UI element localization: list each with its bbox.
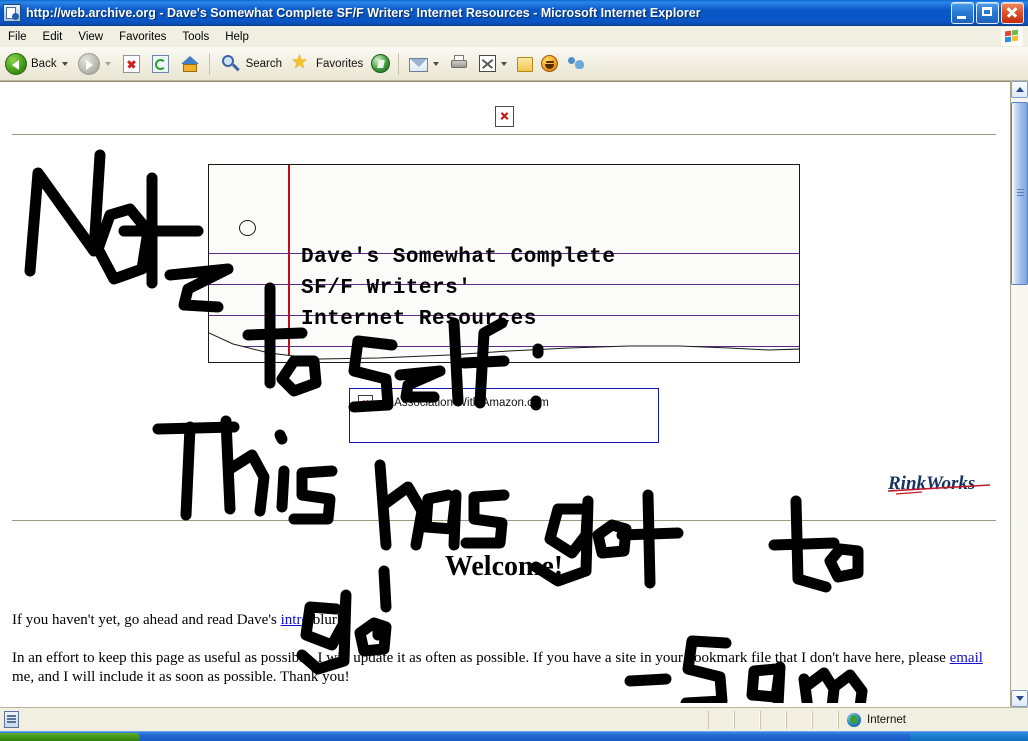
notepad-paper: Dave's Somewhat Complete SF/F Writers' I…: [208, 164, 800, 363]
back-label: Back: [31, 57, 57, 70]
menu-help[interactable]: Help: [217, 29, 257, 45]
refresh-icon: [151, 54, 169, 73]
status-pane: [734, 710, 760, 729]
forward-dropdown-icon[interactable]: [104, 61, 111, 66]
smiley-icon: [541, 55, 559, 72]
horizontal-rule-top: [12, 134, 996, 135]
menu-file[interactable]: File: [0, 29, 35, 45]
scrollbar-thumb[interactable]: [1011, 102, 1028, 285]
menu-edit[interactable]: Edit: [35, 29, 71, 45]
globe-icon: [847, 712, 861, 727]
toolbar: Back Search Favorites: [0, 47, 1028, 81]
forward-arrow-icon: [77, 52, 100, 75]
broken-image-icon: [358, 395, 373, 410]
stop-button[interactable]: [118, 49, 145, 79]
amazon-associate-label: In Association With Amazon.com: [382, 396, 549, 409]
menu-view[interactable]: View: [70, 29, 111, 45]
edit-page-icon: [479, 55, 497, 72]
forward-button[interactable]: [75, 49, 116, 79]
broken-image-icon: [494, 105, 514, 127]
rinkworks-logo[interactable]: RinkWorks: [886, 469, 998, 497]
edit-button[interactable]: [476, 49, 512, 79]
mail-dropdown-icon[interactable]: [433, 61, 440, 66]
system-tray[interactable]: [910, 733, 1028, 741]
status-pane: [786, 710, 812, 729]
hole-punch-icon: [239, 220, 256, 236]
status-pane: [812, 710, 838, 729]
window-controls: [951, 1, 1024, 24]
intro-paragraph: If you haven't yet, go ahead and read Da…: [12, 611, 996, 630]
notepad-header-graphic: Dave's Somewhat Complete SF/F Writers' I…: [208, 164, 800, 363]
back-dropdown-icon[interactable]: [61, 61, 68, 66]
windows-flag-icon: [1001, 27, 1023, 46]
search-button[interactable]: Search: [217, 49, 285, 79]
search-icon: [220, 53, 242, 75]
scrollbar-track[interactable]: [1011, 98, 1028, 690]
back-arrow-icon: [5, 52, 27, 75]
minimize-button[interactable]: [951, 1, 974, 24]
home-icon: [179, 53, 201, 75]
toolbar-separator: [398, 52, 400, 75]
star-icon: [290, 51, 312, 75]
update-paragraph: In an effort to keep this page as useful…: [12, 649, 996, 687]
page-title-line-1: Dave's Somewhat Complete: [301, 246, 616, 269]
security-zone[interactable]: Internet: [838, 710, 1028, 729]
people-icon: [566, 53, 588, 75]
menu-tools[interactable]: Tools: [174, 29, 217, 45]
print-icon: [449, 53, 471, 75]
print-button[interactable]: [446, 49, 474, 79]
status-pane: [708, 710, 734, 729]
window-title: http://web.archive.org - Dave's Somewhat…: [26, 5, 701, 20]
update-text-after: me, and I will include it as soon as pos…: [12, 669, 350, 685]
note-button[interactable]: [514, 49, 536, 79]
intro-link[interactable]: intro: [281, 612, 309, 628]
update-text-before: In an effort to keep this page as useful…: [12, 650, 950, 666]
edit-dropdown-icon[interactable]: [501, 61, 508, 66]
browser-window: http://web.archive.org - Dave's Somewhat…: [0, 0, 1028, 741]
contacts-button[interactable]: [563, 49, 591, 79]
page-title-line-2: SF/F Writers': [301, 277, 472, 300]
scroll-down-button[interactable]: [1011, 690, 1028, 707]
intro-text-before: If you haven't yet, go ahead and read Da…: [12, 612, 281, 628]
messenger-button[interactable]: [538, 49, 561, 79]
home-button[interactable]: [176, 49, 204, 79]
restore-button[interactable]: [976, 1, 999, 24]
taskbar: [0, 731, 1028, 741]
menu-bar: File Edit View Favorites Tools Help: [0, 26, 1028, 47]
close-button[interactable]: [1001, 1, 1024, 24]
favorites-label: Favorites: [316, 57, 364, 70]
refresh-button[interactable]: [147, 49, 174, 79]
toolbar-separator: [208, 52, 210, 75]
search-label: Search: [245, 57, 283, 70]
ie-document-icon: [3, 3, 21, 22]
web-page: Dave's Somewhat Complete SF/F Writers' I…: [2, 83, 1006, 703]
torn-edge: [209, 329, 799, 362]
stop-icon: [122, 54, 140, 73]
status-pane: [760, 710, 786, 729]
intro-text-after: blurb.: [308, 612, 349, 628]
vertical-scrollbar[interactable]: [1010, 81, 1028, 707]
note-icon: [517, 57, 534, 72]
amazon-associate-box[interactable]: In Association With Amazon.com: [349, 388, 659, 443]
page-viewport: Dave's Somewhat Complete SF/F Writers' I…: [0, 81, 1028, 707]
mail-icon: [409, 58, 429, 72]
title-bar: http://web.archive.org - Dave's Somewhat…: [0, 0, 1028, 26]
mail-button[interactable]: [406, 49, 444, 79]
horizontal-rule-middle: [12, 520, 996, 521]
media-icon: [371, 54, 391, 73]
back-button[interactable]: Back: [2, 49, 73, 79]
favorites-button[interactable]: Favorites: [287, 49, 366, 79]
status-bar: Internet: [0, 707, 1028, 731]
scroll-up-button[interactable]: [1011, 81, 1028, 98]
page-title: Dave's Somewhat Complete SF/F Writers' I…: [301, 242, 799, 335]
media-button[interactable]: [368, 49, 393, 79]
security-zone-label: Internet: [867, 713, 906, 726]
document-icon: [4, 711, 19, 728]
email-link[interactable]: email: [950, 650, 983, 666]
welcome-heading: Welcome!: [444, 551, 564, 582]
start-button[interactable]: [0, 733, 140, 741]
menu-favorites[interactable]: Favorites: [111, 29, 174, 45]
top-banner-image[interactable]: [490, 102, 518, 130]
